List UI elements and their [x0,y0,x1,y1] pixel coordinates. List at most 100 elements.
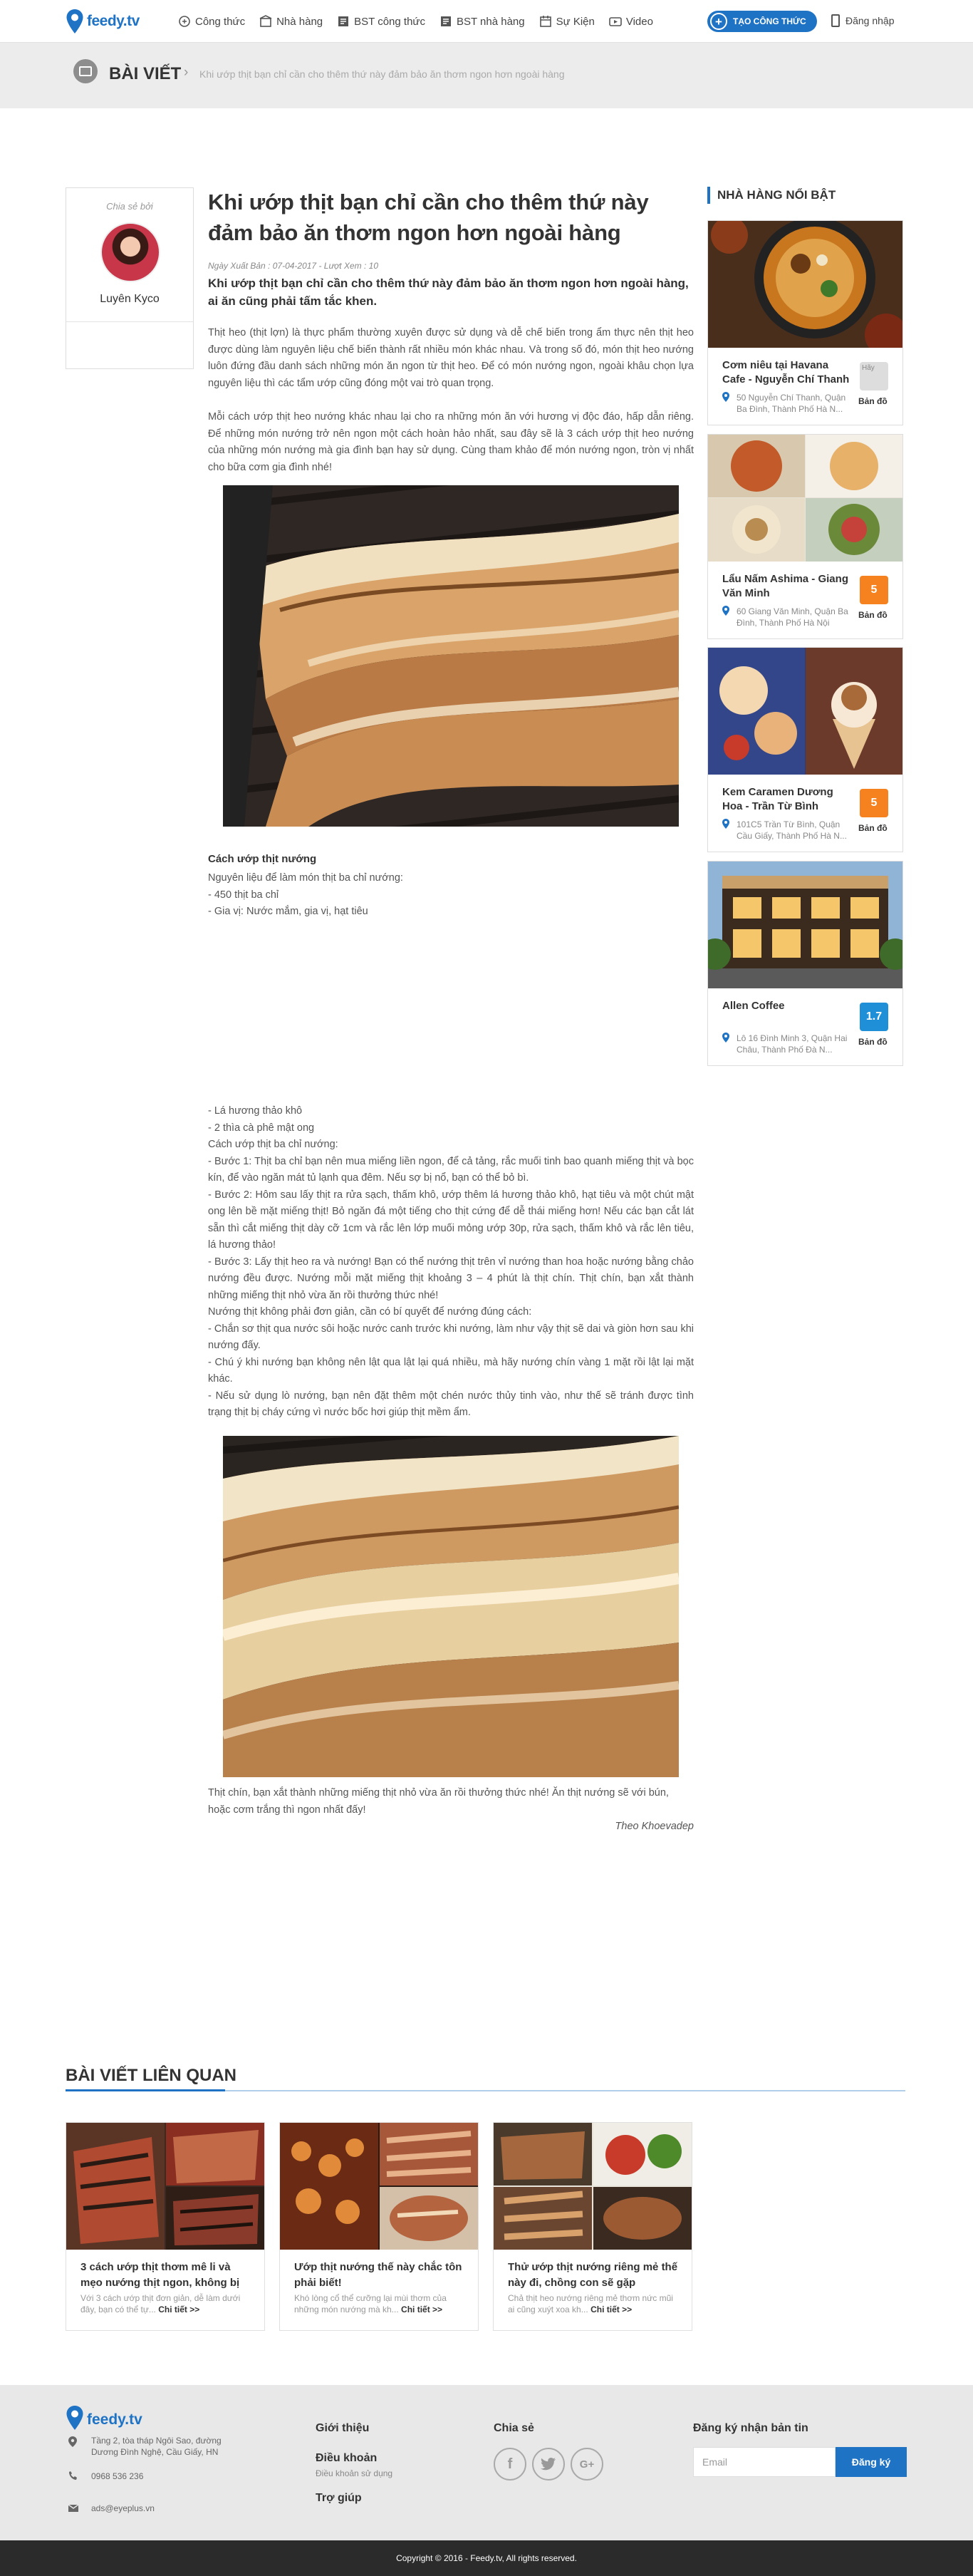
location-pin-icon [722,819,729,829]
article-source: Theo Khoevadep [615,1821,694,1832]
logo-text: feedy.tv [87,2411,142,2428]
restaurant-name[interactable]: Cơm niêu tại Havana Cafe - Nguyễn Chí Th… [722,358,850,387]
related-article-card[interactable]: Ướp thịt nướng thế này chắc tôn phải biế… [279,2122,479,2331]
footer-logo[interactable]: feedy.tv [66,2405,142,2434]
footer-email[interactable]: ads@eyeplus.vn [91,2503,155,2513]
subscribe-button[interactable]: Đăng ký [836,2447,907,2477]
map-link[interactable]: Bản đồ [858,1037,888,1047]
nav-item-recipes[interactable]: Công thức [178,13,245,30]
restaurant-image[interactable] [708,435,902,562]
nav-label: Công thức [195,15,246,28]
shared-by-label: Chia sẻ bởi [106,201,153,212]
restaurant-card[interactable]: Allen Coffee Lô 16 Đình Minh 3, Quận Hai… [707,861,903,1066]
divider [66,321,193,322]
plus-icon: + [710,13,727,30]
article-meta: Ngày Xuất Bản : 07-04-2017 - Lượt Xem : … [208,261,378,271]
nav-item-video[interactable]: Video [609,13,653,30]
map-link[interactable]: Bản đồ [858,823,888,833]
article-section-icon [73,59,98,83]
related-article-image[interactable] [280,2123,478,2250]
nav-label: Nhà hàng [276,15,323,28]
login-link[interactable]: Đăng nhập [831,14,895,27]
map-link[interactable]: Bản đồ [858,396,888,406]
text-line: - Bước 2: Hôm sau lấy thịt ra rửa sạch, … [208,1189,694,1251]
footer-address: Tầng 2, tòa tháp Ngôi Sao, đường Dương Đ… [91,2436,222,2457]
broken-image-alt: Hãy [862,364,875,372]
grilled-pork-image [223,1436,679,1777]
related-article-title[interactable]: Thử ướp thịt nướng riêng mẻ thế này đi, … [508,2260,682,2291]
nav-item-restaurant-collections[interactable]: BST nhà hàng [439,13,525,30]
article-lead: Khi ướp thịt bạn chỉ cần cho thêm thứ nà… [208,276,689,308]
location-pin-icon [68,2436,78,2447]
footer-link-help[interactable]: Trợ giúp [316,2492,362,2505]
breadcrumb-section[interactable]: BÀI VIẾT [109,64,181,84]
related-article-card[interactable]: 3 cách ướp thịt thơm mê li và mẹo nướng … [66,2122,265,2331]
facebook-icon[interactable]: f [494,2448,526,2481]
text-line: Nguyên liệu để làm món thịt ba chỉ nướng… [208,872,403,884]
text-line: - Bước 3: Lấy thịt heo ra và nướng! Bạn … [208,1256,694,1301]
logo-pin-icon [66,9,84,34]
avatar[interactable] [100,222,160,282]
related-article-excerpt: Chả thịt heo nướng riêng mẻ thơm nức mũi… [508,2292,682,2315]
logo-text: feedy.tv [87,13,140,29]
ingredients-intro: Nguyên liệu để làm món thịt ba chỉ nướng… [208,870,694,921]
nav-item-events[interactable]: Sự Kiện [539,13,595,30]
nav-item-restaurants[interactable]: Nhà hàng [259,13,323,30]
read-more-link[interactable]: Chi tiết >> [401,2305,442,2314]
footer-link-terms[interactable]: Điều khoản [316,2452,377,2465]
article-paragraph: Thịt heo (thịt lợn) là thực phẩm thường … [208,327,694,389]
featured-restaurants-heading: NHÀ HÀNG NỔI BẬT [707,187,903,204]
restaurant-address: Lô 16 Đình Minh 3, Quận Hai Châu, Thành … [737,1033,848,1055]
footer: feedy.tv Tầng 2, tòa tháp Ngôi Sao, đườn… [0,2385,973,2540]
related-article-image[interactable] [494,2123,692,2250]
phone-login-icon [831,14,840,27]
section-subheading: Cách ướp thịt nướng [208,853,317,865]
restaurant-image[interactable] [708,221,902,348]
restaurant-name[interactable]: Lẩu Nấm Ashima - Giang Văn Minh [722,572,850,601]
image-caption: Thịt chín, bạn xắt thành những miếng thị… [208,1787,669,1816]
restaurant-image[interactable] [708,648,902,775]
phone-icon [68,2471,78,2481]
text-line: - Chắn sơ thịt qua nước sôi hoặc nước ca… [208,1323,694,1352]
restaurant-name[interactable]: Allen Coffee [722,999,850,1013]
restaurant-card[interactable]: Cơm niêu tại Havana Cafe - Nguyễn Chí Th… [707,220,903,425]
video-icon [609,15,622,28]
footer-link-about[interactable]: Giới thiệu [316,2422,369,2435]
recipe-icon [178,15,191,28]
create-recipe-label: TẠO CÔNG THỨC [733,16,806,26]
read-more-link[interactable]: Chi tiết >> [590,2305,632,2314]
related-article-excerpt: Khó lòng cổ thể cưỡng lại mùi thơm của n… [294,2292,468,2315]
related-article-card[interactable]: Thử ướp thịt nướng riêng mẻ thế này đi, … [493,2122,692,2331]
restaurant-name[interactable]: Kem Caramen Dương Hoa - Trần Từ Bình [722,785,850,814]
restaurant-image[interactable] [708,862,902,988]
read-more-link[interactable]: Chi tiết >> [158,2305,199,2314]
nav-label: Sự Kiện [556,15,595,28]
newsletter-email-input[interactable] [693,2447,836,2477]
restaurant-card[interactable]: Lẩu Nấm Ashima - Giang Văn Minh 60 Giang… [707,434,903,639]
collection-icon [439,15,452,28]
author-name[interactable]: Luyên Kyco [66,293,193,306]
author-card: Chia sẻ bởi Luyên Kyco [66,187,194,369]
map-link[interactable]: Bản đồ [858,610,888,620]
site-logo[interactable]: feedy.tv [66,7,140,36]
create-recipe-button[interactable]: + TẠO CÔNG THỨC [707,11,817,32]
footer-phone[interactable]: 0968 536 236 [91,2471,143,2481]
related-article-title[interactable]: 3 cách ướp thịt thơm mê li và mẹo nướng … [80,2260,254,2291]
related-article-image[interactable] [66,2123,264,2250]
copyright-bar: Copyright © 2016 - Feedy.tv, All rights … [0,2540,973,2576]
restaurant-card[interactable]: Kem Caramen Dương Hoa - Trần Từ Bình 101… [707,647,903,852]
heading-underline [66,2089,225,2091]
nav-label: BST công thức [354,15,425,28]
related-article-excerpt: Với 3 cách ướp thịt đơn giản, dễ làm dướ… [80,2292,254,2315]
text-line: - Nếu sử dụng lò nướng, bạn nên đặt thêm… [208,1390,694,1419]
location-pin-icon [722,392,729,402]
nav-label: BST nhà hàng [456,15,525,28]
chevron-right-icon: › [184,65,189,80]
logo-pin-icon [66,2405,84,2434]
google-plus-icon[interactable]: G+ [571,2448,603,2481]
related-article-title[interactable]: Ướp thịt nướng thế này chắc tôn phải biế… [294,2260,468,2291]
text-line: - Lá hương thảo khô [208,1105,303,1117]
twitter-icon[interactable] [532,2448,565,2481]
nav-item-recipe-collections[interactable]: BST công thức [337,13,425,30]
rating-badge: 5 [860,576,888,604]
